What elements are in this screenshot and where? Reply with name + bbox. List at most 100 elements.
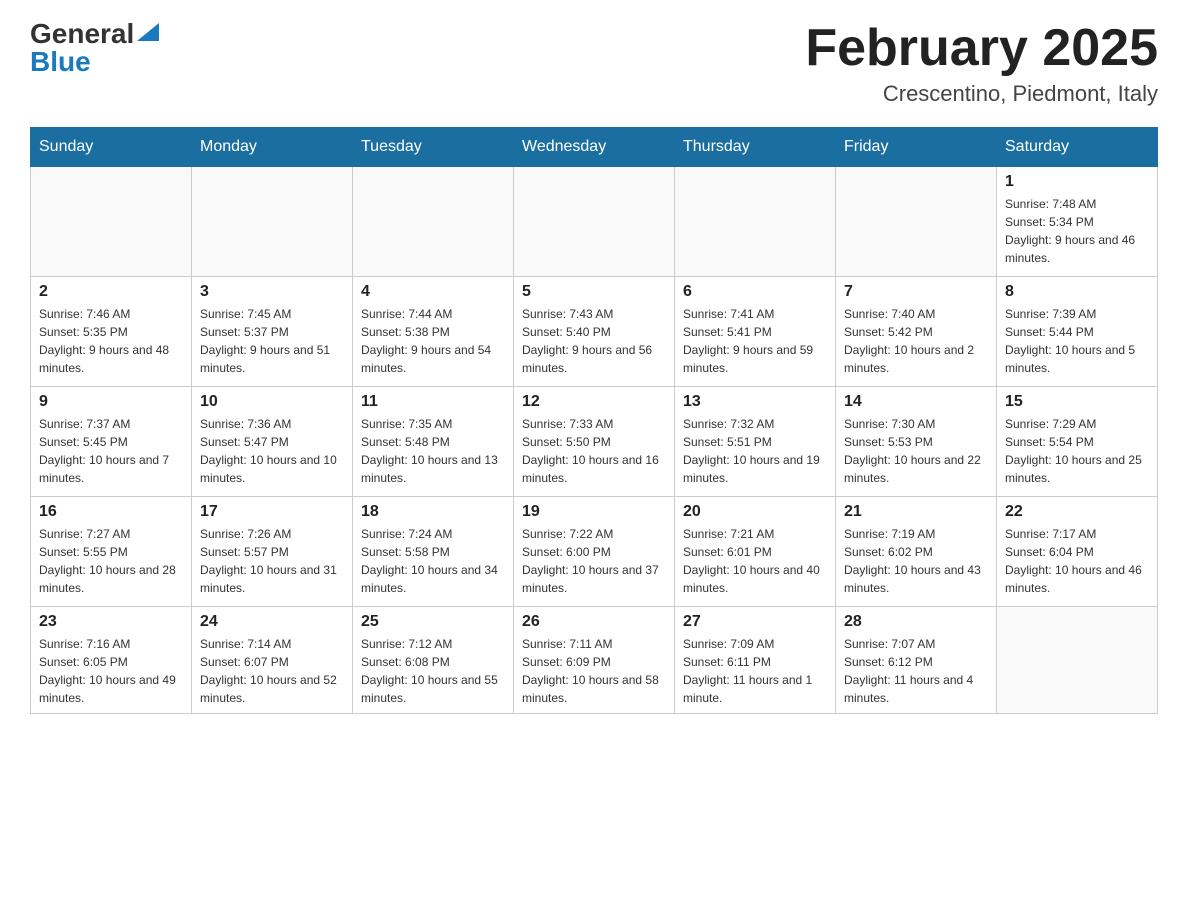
calendar-cell: [836, 167, 997, 277]
calendar-cell: 14 Sunrise: 7:30 AMSunset: 5:53 PMDayligh…: [836, 387, 997, 497]
logo: General Blue: [30, 20, 159, 76]
calendar-cell: 19 Sunrise: 7:22 AMSunset: 6:00 PMDayligh…: [514, 497, 675, 607]
day-info: Sunrise: 7:45 AMSunset: 5:37 PMDaylight:…: [200, 305, 344, 377]
day-number: 14: [844, 393, 988, 411]
day-info: Sunrise: 7:24 AMSunset: 5:58 PMDaylight:…: [361, 525, 505, 597]
day-info: Sunrise: 7:48 AMSunset: 5:34 PMDaylight:…: [1005, 195, 1149, 267]
calendar-day-header: Friday: [836, 128, 997, 167]
day-info: Sunrise: 7:37 AMSunset: 5:45 PMDaylight:…: [39, 415, 183, 487]
day-info: Sunrise: 7:35 AMSunset: 5:48 PMDaylight:…: [361, 415, 505, 487]
day-number: 8: [1005, 283, 1149, 301]
day-number: 19: [522, 503, 666, 521]
calendar-day-header: Thursday: [675, 128, 836, 167]
day-info: Sunrise: 7:29 AMSunset: 5:54 PMDaylight:…: [1005, 415, 1149, 487]
calendar-cell: 28 Sunrise: 7:07 AMSunset: 6:12 PMDayligh…: [836, 607, 997, 714]
calendar-cell: 8 Sunrise: 7:39 AMSunset: 5:44 PMDaylight…: [997, 277, 1158, 387]
calendar-week-row: 1 Sunrise: 7:48 AMSunset: 5:34 PMDaylight…: [31, 167, 1158, 277]
day-number: 9: [39, 393, 183, 411]
calendar-cell: 2Sunrise: 7:46 AMSunset: 5:35 PMDaylight…: [31, 277, 192, 387]
calendar-cell: 16 Sunrise: 7:27 AMSunset: 5:55 PMDayligh…: [31, 497, 192, 607]
calendar-cell: 5 Sunrise: 7:43 AMSunset: 5:40 PMDaylight…: [514, 277, 675, 387]
day-number: 16: [39, 503, 183, 521]
calendar-cell: 27 Sunrise: 7:09 AMSunset: 6:11 PMDayligh…: [675, 607, 836, 714]
calendar-cell: 9 Sunrise: 7:37 AMSunset: 5:45 PMDaylight…: [31, 387, 192, 497]
calendar-cell: 20 Sunrise: 7:21 AMSunset: 6:01 PMDayligh…: [675, 497, 836, 607]
calendar-cell: [192, 167, 353, 277]
page-header: General Blue February 2025 Crescentino, …: [30, 20, 1158, 107]
day-number: 20: [683, 503, 827, 521]
day-info: Sunrise: 7:33 AMSunset: 5:50 PMDaylight:…: [522, 415, 666, 487]
day-info: Sunrise: 7:39 AMSunset: 5:44 PMDaylight:…: [1005, 305, 1149, 377]
calendar-cell: 24Sunrise: 7:14 AMSunset: 6:07 PMDayligh…: [192, 607, 353, 714]
logo-general-text: General: [30, 20, 134, 48]
day-info: Sunrise: 7:22 AMSunset: 6:00 PMDaylight:…: [522, 525, 666, 597]
day-number: 7: [844, 283, 988, 301]
calendar-cell: 25 Sunrise: 7:12 AMSunset: 6:08 PMDayligh…: [353, 607, 514, 714]
calendar-day-header: Saturday: [997, 128, 1158, 167]
day-info: Sunrise: 7:30 AMSunset: 5:53 PMDaylight:…: [844, 415, 988, 487]
day-number: 27: [683, 613, 827, 631]
day-number: 13: [683, 393, 827, 411]
calendar-cell: 7Sunrise: 7:40 AMSunset: 5:42 PMDaylight…: [836, 277, 997, 387]
day-number: 17: [200, 503, 344, 521]
calendar-week-row: 23 Sunrise: 7:16 AMSunset: 6:05 PMDayligh…: [31, 607, 1158, 714]
day-info: Sunrise: 7:07 AMSunset: 6:12 PMDaylight:…: [844, 635, 988, 707]
day-info: Sunrise: 7:46 AMSunset: 5:35 PMDaylight:…: [39, 305, 183, 377]
day-number: 11: [361, 393, 505, 411]
day-number: 22: [1005, 503, 1149, 521]
day-info: Sunrise: 7:32 AMSunset: 5:51 PMDaylight:…: [683, 415, 827, 487]
day-number: 26: [522, 613, 666, 631]
day-info: Sunrise: 7:17 AMSunset: 6:04 PMDaylight:…: [1005, 525, 1149, 597]
day-info: Sunrise: 7:16 AMSunset: 6:05 PMDaylight:…: [39, 635, 183, 707]
calendar-cell: 4 Sunrise: 7:44 AMSunset: 5:38 PMDaylight…: [353, 277, 514, 387]
day-info: Sunrise: 7:36 AMSunset: 5:47 PMDaylight:…: [200, 415, 344, 487]
calendar-cell: [997, 607, 1158, 714]
calendar-week-row: 9 Sunrise: 7:37 AMSunset: 5:45 PMDaylight…: [31, 387, 1158, 497]
day-number: 25: [361, 613, 505, 631]
calendar-cell: 3 Sunrise: 7:45 AMSunset: 5:37 PMDaylight…: [192, 277, 353, 387]
calendar-cell: 17 Sunrise: 7:26 AMSunset: 5:57 PMDayligh…: [192, 497, 353, 607]
logo-blue-text: Blue: [30, 48, 91, 76]
calendar-cell: 22 Sunrise: 7:17 AMSunset: 6:04 PMDayligh…: [997, 497, 1158, 607]
calendar-cell: 23 Sunrise: 7:16 AMSunset: 6:05 PMDayligh…: [31, 607, 192, 714]
calendar-day-header: Wednesday: [514, 128, 675, 167]
month-title: February 2025: [805, 20, 1158, 77]
day-info: Sunrise: 7:09 AMSunset: 6:11 PMDaylight:…: [683, 635, 827, 707]
calendar-day-header: Tuesday: [353, 128, 514, 167]
day-number: 12: [522, 393, 666, 411]
day-number: 15: [1005, 393, 1149, 411]
calendar-week-row: 16 Sunrise: 7:27 AMSunset: 5:55 PMDayligh…: [31, 497, 1158, 607]
day-number: 10: [200, 393, 344, 411]
day-info: Sunrise: 7:43 AMSunset: 5:40 PMDaylight:…: [522, 305, 666, 377]
calendar-cell: [514, 167, 675, 277]
calendar-cell: 26Sunrise: 7:11 AMSunset: 6:09 PMDayligh…: [514, 607, 675, 714]
calendar-table: SundayMondayTuesdayWednesdayThursdayFrid…: [30, 127, 1158, 714]
calendar-cell: 13 Sunrise: 7:32 AMSunset: 5:51 PMDayligh…: [675, 387, 836, 497]
calendar-cell: [353, 167, 514, 277]
calendar-cell: 15 Sunrise: 7:29 AMSunset: 5:54 PMDayligh…: [997, 387, 1158, 497]
calendar-cell: 21Sunrise: 7:19 AMSunset: 6:02 PMDayligh…: [836, 497, 997, 607]
day-info: Sunrise: 7:44 AMSunset: 5:38 PMDaylight:…: [361, 305, 505, 377]
day-info: Sunrise: 7:12 AMSunset: 6:08 PMDaylight:…: [361, 635, 505, 707]
calendar-week-row: 2Sunrise: 7:46 AMSunset: 5:35 PMDaylight…: [31, 277, 1158, 387]
day-number: 28: [844, 613, 988, 631]
day-info: Sunrise: 7:26 AMSunset: 5:57 PMDaylight:…: [200, 525, 344, 597]
day-number: 18: [361, 503, 505, 521]
day-number: 5: [522, 283, 666, 301]
logo-arrow-icon: [137, 23, 159, 41]
day-info: Sunrise: 7:21 AMSunset: 6:01 PMDaylight:…: [683, 525, 827, 597]
calendar-cell: 6Sunrise: 7:41 AMSunset: 5:41 PMDaylight…: [675, 277, 836, 387]
day-info: Sunrise: 7:14 AMSunset: 6:07 PMDaylight:…: [200, 635, 344, 707]
calendar-cell: [675, 167, 836, 277]
day-number: 23: [39, 613, 183, 631]
title-section: February 2025 Crescentino, Piedmont, Ita…: [805, 20, 1158, 107]
calendar-header-row: SundayMondayTuesdayWednesdayThursdayFrid…: [31, 128, 1158, 167]
calendar-cell: 1 Sunrise: 7:48 AMSunset: 5:34 PMDaylight…: [997, 167, 1158, 277]
day-info: Sunrise: 7:27 AMSunset: 5:55 PMDaylight:…: [39, 525, 183, 597]
day-number: 1: [1005, 173, 1149, 191]
day-info: Sunrise: 7:19 AMSunset: 6:02 PMDaylight:…: [844, 525, 988, 597]
day-number: 3: [200, 283, 344, 301]
calendar-cell: 10 Sunrise: 7:36 AMSunset: 5:47 PMDayligh…: [192, 387, 353, 497]
day-number: 4: [361, 283, 505, 301]
calendar-cell: 12 Sunrise: 7:33 AMSunset: 5:50 PMDayligh…: [514, 387, 675, 497]
